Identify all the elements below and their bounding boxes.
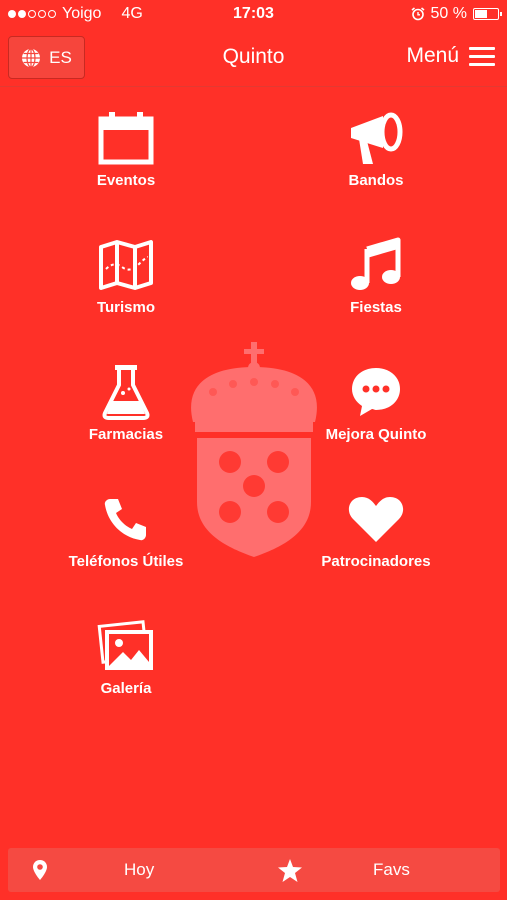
star-icon <box>278 858 302 882</box>
tab-hoy[interactable]: Hoy <box>124 848 154 892</box>
grid-item-label: Galería <box>100 680 152 697</box>
grid-item-turismo[interactable]: Turismo <box>26 235 226 335</box>
menu-button[interactable]: Menú <box>406 44 495 68</box>
grid-item-eventos[interactable]: Eventos <box>26 108 226 208</box>
flask-icon <box>101 362 151 422</box>
location-pin-tab[interactable] <box>33 848 47 892</box>
menu-label: Menú <box>406 44 459 67</box>
grid-item-label: Fiestas <box>350 299 402 316</box>
grid-item-label: Bandos <box>348 172 404 189</box>
heart-icon <box>347 489 405 549</box>
grid-item-label: Patrocinadores <box>321 553 431 570</box>
grid-item-label: Farmacias <box>88 426 164 443</box>
megaphone-icon <box>347 108 405 168</box>
photos-icon <box>97 616 155 676</box>
tab-favs[interactable]: Favs <box>373 848 410 892</box>
battery-percent: 50 % <box>430 5 467 22</box>
star-tab[interactable] <box>278 848 302 892</box>
grid-item-label: Turismo <box>96 299 156 316</box>
grid-item-label: Eventos <box>96 172 156 189</box>
grid-item-galeria[interactable]: Galería <box>26 616 226 716</box>
hamburger-icon <box>469 46 495 66</box>
grid-item-farmacias[interactable]: Farmacias <box>26 362 226 462</box>
status-bar: Yoigo 4G 17:03 50 % <box>0 0 507 30</box>
map-icon <box>98 235 154 295</box>
music-note-icon <box>350 235 402 295</box>
phone-icon <box>102 489 150 549</box>
grid-item-telefonos-utiles[interactable]: Teléfonos Útiles <box>26 489 226 589</box>
grid-item-bandos[interactable]: Bandos <box>276 108 476 208</box>
alarm-icon <box>411 7 425 21</box>
nav-bar: ES Quinto Menú <box>0 30 507 87</box>
location-pin-icon <box>33 860 47 880</box>
grid-item-label: Mejora Quinto <box>325 426 427 443</box>
status-right: 50 % <box>411 5 502 23</box>
grid-item-label: Teléfonos Útiles <box>68 553 184 570</box>
calendar-icon <box>98 108 154 168</box>
grid-item-mejora-quinto[interactable]: Mejora Quinto <box>276 362 476 462</box>
chat-bubble-icon <box>348 362 404 422</box>
bottom-tab-bar: Hoy Favs <box>8 848 500 892</box>
battery-icon <box>473 8 502 20</box>
grid-item-patrocinadores[interactable]: Patrocinadores <box>276 489 476 589</box>
grid-item-fiestas[interactable]: Fiestas <box>276 235 476 335</box>
